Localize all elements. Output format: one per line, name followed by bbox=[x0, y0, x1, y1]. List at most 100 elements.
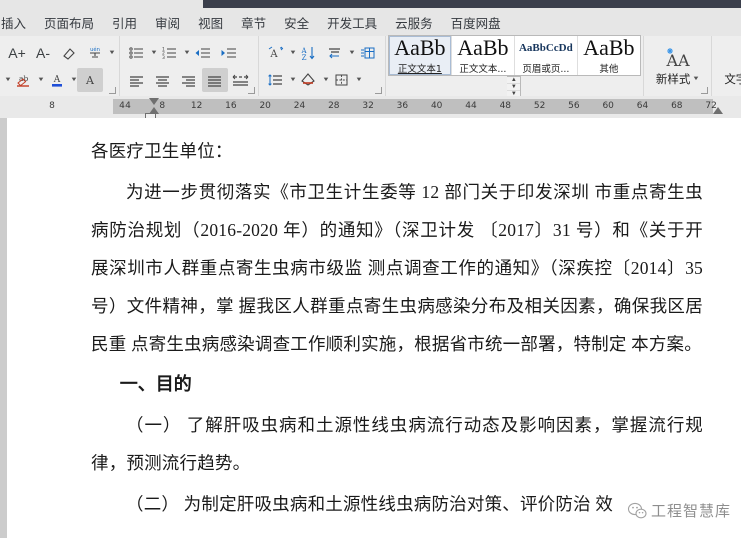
line-spacing-icon bbox=[268, 73, 283, 86]
menu-view[interactable]: 视图 bbox=[189, 10, 232, 35]
shading-button[interactable] bbox=[296, 68, 322, 92]
font-row-left-caret-icon[interactable]: ▼ bbox=[4, 77, 12, 83]
decrease-indent-button[interactable] bbox=[190, 41, 216, 65]
asian-layout-icon: A bbox=[269, 46, 284, 60]
borders-caret-icon[interactable]: ▼ bbox=[355, 77, 363, 83]
style-item-preview: AaBb bbox=[583, 35, 635, 60]
document-paragraph: 各医疗卫生单位： bbox=[91, 141, 233, 161]
horizontal-ruler[interactable]: 8 4 4 8 12 16 20 24 28 32 36 40 44 48 52 56 60 64 68 72 bbox=[0, 96, 741, 118]
font-group-dialog-launcher[interactable] bbox=[108, 87, 116, 94]
title-bar-dark-region bbox=[203, 0, 741, 8]
new-style-caret-icon[interactable]: ▼ bbox=[692, 76, 700, 82]
style-gallery-scroll-up[interactable]: ▲ bbox=[507, 77, 521, 84]
svg-text:AA: AA bbox=[665, 51, 690, 69]
align-left-button[interactable] bbox=[124, 68, 150, 92]
style-gallery-scrollbar[interactable]: ▲ ▼ ▼ bbox=[507, 75, 522, 98]
menu-insert[interactable]: 插入 bbox=[0, 10, 35, 35]
ruler-tick-12: 12 bbox=[190, 101, 203, 111]
ruler-text-band bbox=[113, 99, 713, 114]
ruler-tick-24: 24 bbox=[293, 101, 306, 111]
text-highlight-icon: ab bbox=[17, 74, 30, 87]
ruler-tick-16: 16 bbox=[225, 101, 237, 111]
menu-security[interactable]: 安全 bbox=[275, 10, 318, 35]
menu-baidu-netdisk[interactable]: 百度网盘 bbox=[442, 10, 510, 35]
svg-text:Z: Z bbox=[302, 54, 307, 61]
line-spacing-button[interactable] bbox=[263, 68, 289, 92]
ruler-tick-44: 44 bbox=[465, 101, 477, 111]
phonetic-guide-button[interactable]: uén bbox=[82, 41, 108, 65]
clear-formatting-button[interactable] bbox=[56, 41, 82, 65]
new-style-group-dialog-launcher[interactable] bbox=[701, 87, 709, 94]
grow-font-button[interactable]: A+ bbox=[4, 41, 30, 65]
align-right-button[interactable] bbox=[176, 68, 202, 92]
document-scroll-area[interactable]: 各医疗卫生单位： 为进一步贯彻落实《市卫生计生委等 12 部门关于印发深圳 市重点… bbox=[0, 118, 741, 538]
phonetic-guide-caret-icon[interactable]: ▼ bbox=[108, 50, 116, 56]
asian-layout-button[interactable]: A bbox=[263, 41, 289, 65]
style-item-0[interactable]: AaBb 正文文本1 bbox=[388, 35, 452, 75]
bullets-button[interactable] bbox=[124, 41, 150, 65]
increase-indent-button[interactable] bbox=[216, 41, 242, 65]
document-paragraph: （一） 了解肝吸虫病和土源性线虫病流行动态及影响因素，掌握流行规律，预测流行趋势… bbox=[91, 415, 703, 473]
numbering-button[interactable]: 1 2 3 bbox=[157, 41, 183, 65]
bullets-caret-icon[interactable]: ▼ bbox=[150, 50, 158, 56]
table-properties-button[interactable] bbox=[355, 41, 381, 65]
show-paragraph-marks-button[interactable] bbox=[322, 41, 348, 65]
paragraph-group-dialog-launcher[interactable] bbox=[247, 87, 255, 94]
style-item-preview: AaBbCcDd bbox=[518, 41, 573, 54]
style-item-2[interactable]: AaBbCcDd 页眉或页... bbox=[515, 35, 578, 75]
document-paragraph: 为进一步贯彻落实《市卫生计生委等 12 部门关于印发深圳 市重点寄生虫病防治规划… bbox=[91, 182, 703, 354]
character-shading-icon: A bbox=[85, 74, 95, 87]
ruler-tick-20: 20 bbox=[259, 101, 271, 111]
text-tools-button[interactable]: 文字工具 ▼ bbox=[716, 38, 741, 94]
numbering-caret-icon[interactable]: ▼ bbox=[183, 50, 191, 56]
justify-button[interactable] bbox=[201, 67, 228, 92]
extra-row-top: A ▼ A Z ▼ bbox=[263, 39, 381, 66]
table-properties-icon bbox=[361, 47, 375, 58]
shading-caret-icon[interactable]: ▼ bbox=[322, 77, 330, 83]
align-left-icon bbox=[130, 75, 144, 87]
text-tools-label-wrap: 文字工具 ▼ bbox=[724, 71, 741, 87]
document-heading: 一、目的 bbox=[119, 374, 192, 395]
style-item-3[interactable]: AaBb 其他 bbox=[578, 36, 640, 75]
menu-references[interactable]: 引用 bbox=[103, 10, 146, 35]
show-paragraph-marks-icon bbox=[329, 47, 341, 58]
style-item-1[interactable]: AaBb 正文文本... bbox=[452, 35, 515, 75]
document-body[interactable]: 各医疗卫生单位： 为进一步贯彻落实《市卫生计生委等 12 部门关于印发深圳 市重点… bbox=[7, 118, 741, 538]
asian-layout-caret-icon[interactable]: ▼ bbox=[289, 50, 297, 56]
watermark: 工程智慧库 bbox=[627, 500, 731, 521]
character-shading-button[interactable]: A bbox=[76, 67, 103, 92]
menu-cloud-service[interactable]: 云服务 bbox=[386, 10, 442, 35]
style-item-preview: AaBb bbox=[394, 35, 446, 60]
paragraph-row-top: ▼ 1 2 3 ▼ bbox=[124, 39, 254, 66]
first-line-indent-marker[interactable] bbox=[149, 98, 159, 105]
font-color-button[interactable]: A bbox=[44, 68, 70, 92]
style-gallery-scroll-down[interactable]: ▼ bbox=[507, 84, 521, 91]
decrease-indent-icon bbox=[195, 47, 211, 58]
menu-page-layout[interactable]: 页面布局 bbox=[35, 10, 103, 35]
ruler-tick-32: 32 bbox=[362, 101, 374, 111]
extra-group-dialog-launcher[interactable] bbox=[374, 87, 382, 94]
align-right-icon bbox=[182, 75, 196, 87]
bullet-list-icon bbox=[129, 46, 144, 59]
ruler-tick-64: 64 bbox=[636, 101, 649, 111]
line-spacing-caret-icon[interactable]: ▼ bbox=[289, 77, 297, 83]
show-marks-caret-icon[interactable]: ▼ bbox=[348, 50, 356, 56]
shrink-font-button[interactable]: A- bbox=[30, 41, 56, 65]
menu-review[interactable]: 审阅 bbox=[146, 10, 189, 35]
font-color-caret-icon[interactable]: ▼ bbox=[70, 77, 78, 83]
document-page: 各医疗卫生单位： 为进一步贯彻落实《市卫生计生委等 12 部门关于印发深圳 市重点… bbox=[7, 118, 741, 538]
style-gallery[interactable]: AaBb 正文文本1 AaBb 正文文本... AaBbCcDd 页眉或页... AaBb 其… bbox=[387, 34, 641, 76]
menu-developer-tools[interactable]: 开发工具 bbox=[318, 10, 386, 35]
text-highlight-button[interactable]: ab bbox=[11, 68, 37, 92]
borders-button[interactable] bbox=[329, 68, 355, 92]
borders-icon bbox=[335, 74, 348, 85]
ribbon-group-paragraph: ▼ 1 2 3 ▼ bbox=[118, 36, 258, 96]
new-style-button[interactable]: AA 新样式 ▼ bbox=[648, 38, 707, 94]
text-highlight-caret-icon[interactable]: ▼ bbox=[37, 77, 45, 83]
ruler-tick-left-4: 4 bbox=[119, 101, 125, 111]
align-center-button[interactable] bbox=[150, 68, 176, 92]
ribbon-group-text-tools: 文字工具 ▼ bbox=[711, 36, 741, 96]
right-indent-marker[interactable] bbox=[713, 107, 723, 114]
sort-button[interactable]: A Z bbox=[296, 41, 322, 65]
menu-section[interactable]: 章节 bbox=[232, 10, 275, 35]
